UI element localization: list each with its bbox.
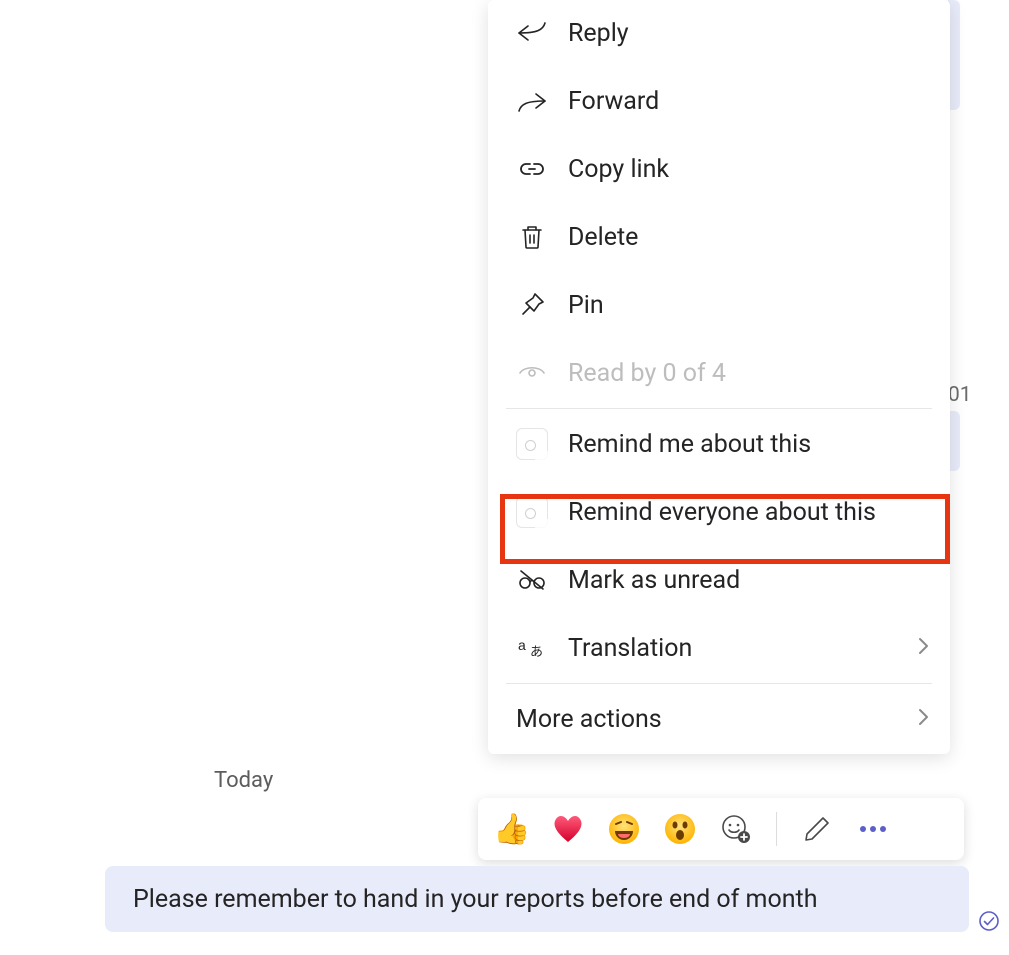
reaction-heart[interactable] — [550, 811, 586, 847]
chevron-right-icon — [916, 635, 930, 661]
menu-divider — [506, 683, 932, 684]
menu-remind-everyone-label: Remind everyone about this — [568, 500, 876, 525]
menu-copy-link[interactable]: Copy link — [488, 140, 950, 198]
toolbar-separator — [776, 812, 777, 846]
link-icon — [516, 153, 548, 185]
menu-divider — [506, 408, 932, 409]
menu-forward[interactable]: Forward — [488, 72, 950, 130]
menu-mark-unread-label: Mark as unread — [568, 568, 740, 593]
menu-pin-label: Pin — [568, 293, 604, 318]
menu-delete-label: Delete — [568, 225, 638, 250]
forward-icon — [516, 85, 548, 117]
glasses-off-icon — [516, 564, 548, 596]
menu-translation-label: Translation — [568, 636, 692, 661]
chevron-right-icon — [916, 706, 930, 732]
reaction-toolbar: 👍 — [478, 798, 964, 860]
menu-copy-link-label: Copy link — [568, 157, 669, 182]
reminder-app-icon — [516, 428, 548, 460]
menu-reply[interactable]: Reply — [488, 4, 950, 62]
menu-more-actions-label: More actions — [516, 707, 662, 732]
reply-icon — [516, 17, 548, 49]
menu-delete[interactable]: Delete — [488, 208, 950, 266]
date-separator: Today — [214, 768, 273, 793]
reaction-thumbs-up[interactable]: 👍 — [494, 811, 530, 847]
menu-read-by-label: Read by 0 of 4 — [568, 361, 726, 386]
message-text: Please remember to hand in your reports … — [133, 885, 818, 914]
menu-remind-me-label: Remind me about this — [568, 432, 811, 457]
pin-icon — [516, 289, 548, 321]
eye-icon — [516, 357, 548, 389]
reaction-laugh[interactable] — [606, 811, 642, 847]
more-options-button[interactable] — [855, 811, 891, 847]
menu-more-actions[interactable]: More actions — [488, 690, 950, 748]
menu-pin[interactable]: Pin — [488, 276, 950, 334]
partial-timestamp: 01 — [948, 383, 972, 407]
sent-status-icon — [978, 910, 1000, 936]
reaction-surprised[interactable] — [662, 811, 698, 847]
translate-icon: a あ — [516, 632, 548, 664]
menu-forward-label: Forward — [568, 89, 659, 114]
reaction-add[interactable] — [718, 811, 754, 847]
menu-reply-label: Reply — [568, 21, 629, 46]
menu-read-by: Read by 0 of 4 — [488, 344, 950, 402]
menu-translation[interactable]: a あ Translation — [488, 619, 950, 677]
edit-message-button[interactable] — [799, 811, 835, 847]
menu-remind-everyone[interactable]: Remind everyone about this — [488, 483, 950, 541]
menu-remind-me[interactable]: Remind me about this — [488, 415, 950, 473]
reminder-app-icon — [516, 496, 548, 528]
menu-mark-unread[interactable]: Mark as unread — [488, 551, 950, 609]
svg-text:あ: あ — [530, 644, 543, 659]
trash-icon — [516, 221, 548, 253]
sent-message-bubble[interactable]: Please remember to hand in your reports … — [105, 866, 969, 932]
message-context-menu: Reply Forward Copy link — [488, 0, 950, 754]
svg-text:a: a — [518, 637, 526, 653]
